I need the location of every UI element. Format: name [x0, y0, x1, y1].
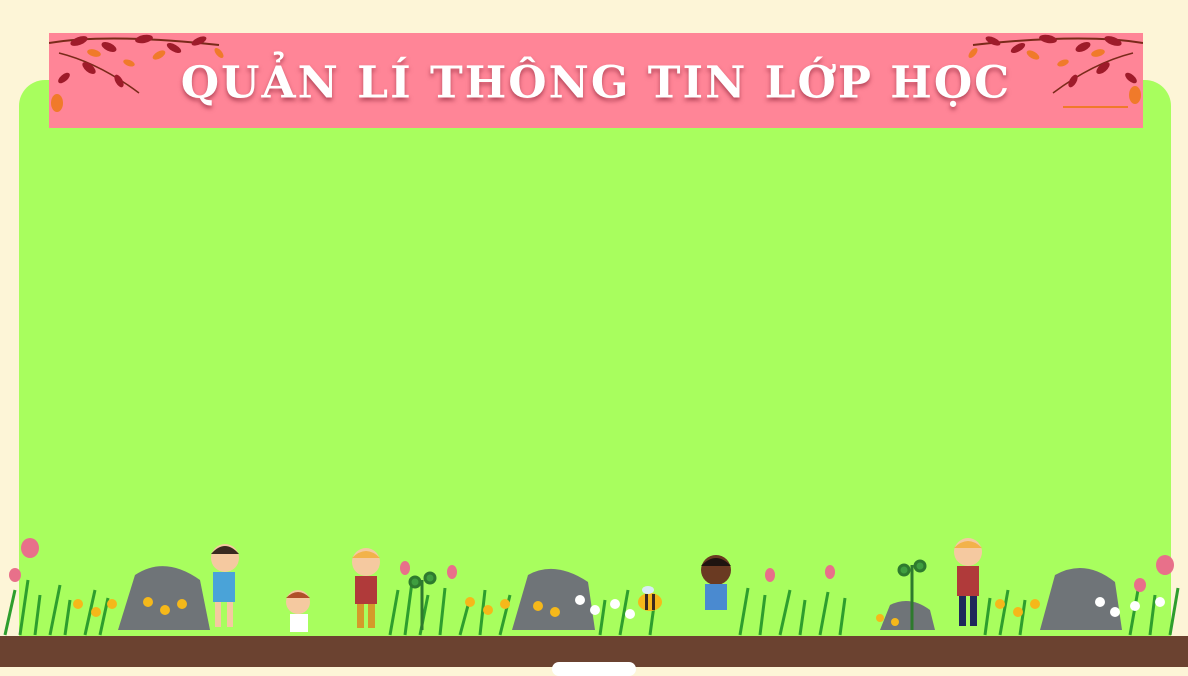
page-title: QUẢN LÍ THÔNG TIN LỚP HỌC: [180, 57, 1012, 109]
sapling-icon: [408, 559, 927, 630]
child-figure-icon: [211, 538, 982, 632]
title-banner: QUẢN LÍ THÔNG TIN LỚP HỌC: [49, 33, 1143, 128]
ground-pill: [552, 662, 636, 676]
bee-icon: [638, 586, 662, 611]
garden-decoration: [3, 538, 1180, 636]
